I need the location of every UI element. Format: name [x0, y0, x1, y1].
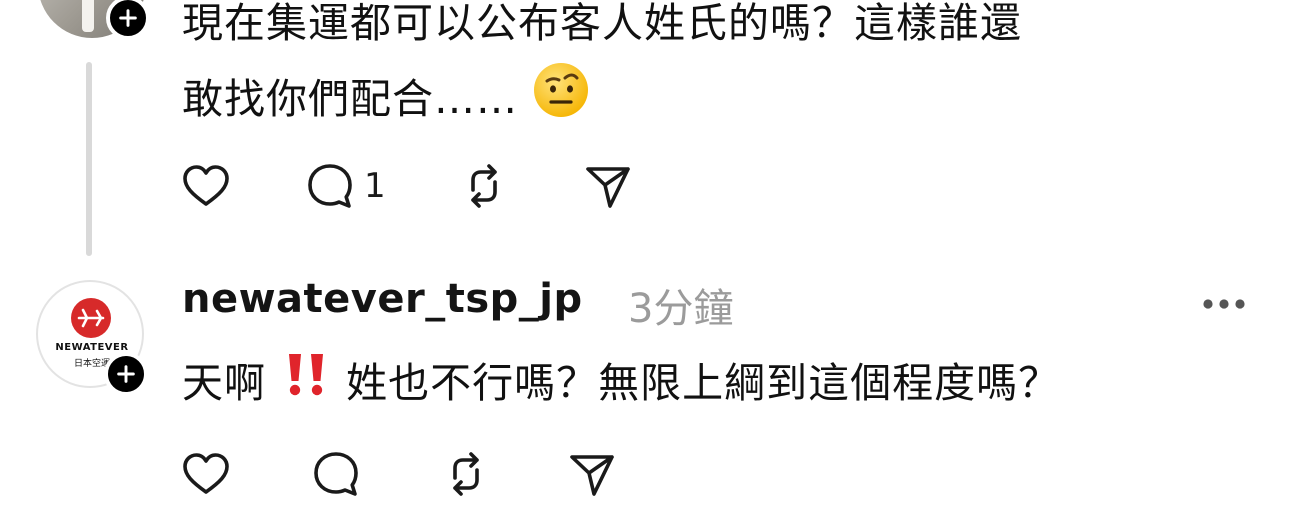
heart-icon — [183, 165, 229, 206]
like-button[interactable] — [180, 448, 232, 500]
reply-count: 1 — [364, 166, 386, 206]
heart-icon — [183, 453, 229, 494]
comment-button[interactable]: 1 — [304, 160, 386, 212]
share-icon — [570, 455, 614, 496]
repost-icon — [470, 164, 497, 208]
post-text-part2: 姓也不行嗎？無限上綱到這個程度嗎？ — [346, 359, 1061, 407]
share-icon — [585, 167, 630, 208]
post-text-part1: 天啊 — [182, 359, 266, 407]
raised-eyebrow-emoji — [532, 61, 590, 143]
follow-plus-icon[interactable] — [106, 0, 150, 40]
like-button[interactable] — [180, 160, 232, 212]
more-icon — [1203, 299, 1245, 309]
repost-button[interactable] — [440, 448, 492, 500]
more-button[interactable] — [1196, 284, 1252, 324]
share-button[interactable] — [566, 448, 618, 500]
comment-icon — [308, 164, 352, 208]
post2-actions — [180, 448, 618, 500]
post-text: 現在集運都可以公布客人姓氏的嗎？這樣誰還 敢找你們配合…… — [182, 0, 1022, 143]
share-button[interactable] — [582, 160, 634, 212]
airplane-logo-icon — [71, 298, 111, 338]
post-text-line2: 敢找你們配合…… — [182, 61, 1022, 143]
thread-line — [86, 62, 92, 256]
post-text-line1: 現在集運都可以公布客人姓氏的嗎？這樣誰還 — [182, 0, 1022, 47]
repost-button[interactable] — [458, 160, 510, 212]
post1-actions: 1 — [180, 160, 634, 212]
follow-plus-icon[interactable] — [104, 352, 148, 396]
comment-icon — [314, 452, 358, 496]
post-text: 天啊 姓也不行嗎？無限上綱到這個程度嗎？ — [182, 346, 1060, 424]
repost-icon — [453, 452, 479, 496]
post-time: 3分鐘 — [628, 286, 734, 332]
comment-button[interactable] — [310, 448, 362, 500]
post-text-line2-text: 敢找你們配合…… — [182, 75, 518, 123]
double-exclamation-emoji — [280, 348, 332, 424]
username[interactable]: newatever_tsp_jp — [182, 276, 583, 322]
